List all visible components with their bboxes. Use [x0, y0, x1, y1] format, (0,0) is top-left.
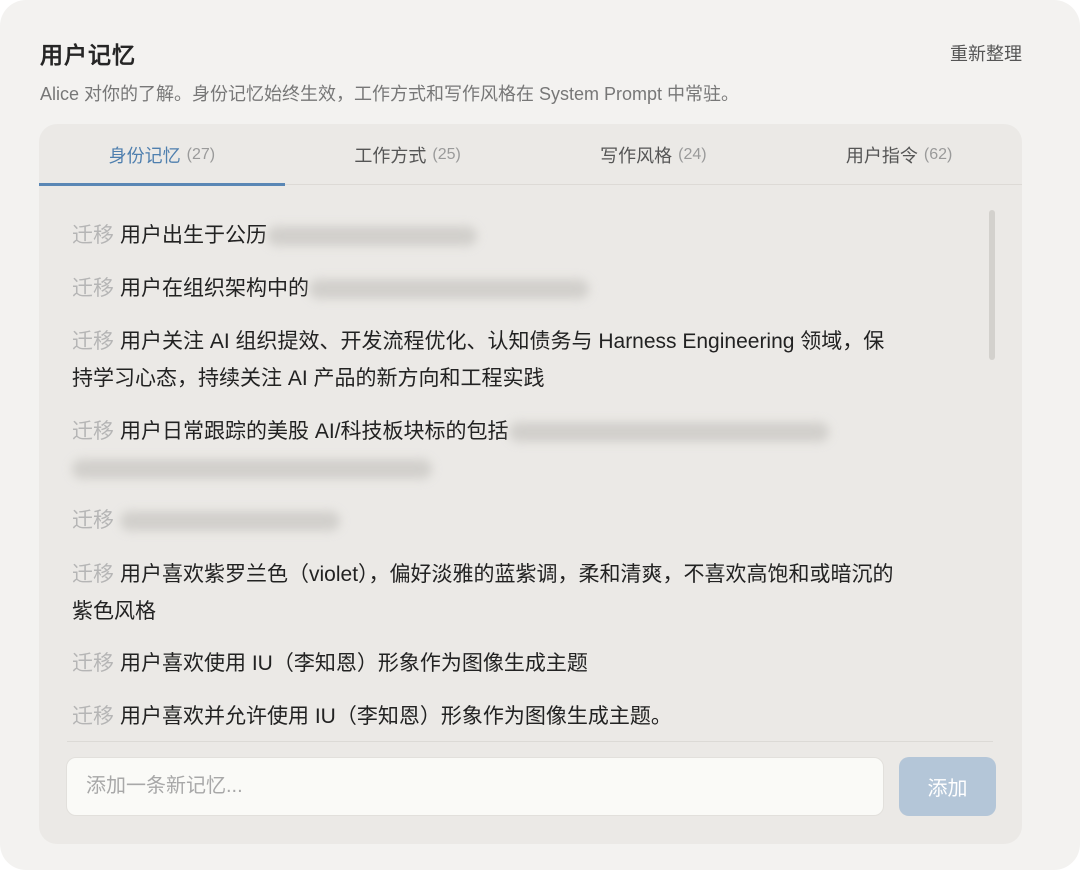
tab-bar: 身份记忆 (27) 工作方式 (25) 写作风格 (24) 用户指令 (62): [39, 124, 1022, 186]
redacted-blur: [508, 422, 829, 443]
memory-text: 用户日常跟踪的美股 AI/科技板块标的包括: [120, 420, 509, 443]
scrollbar-thumb[interactable]: [989, 210, 995, 360]
migrated-tag: 迁移: [72, 509, 114, 532]
migrated-tag: 迁移: [72, 277, 114, 300]
memory-text: 用户喜欢并允许使用 IU（李知恩）形象作为图像生成主题。: [120, 705, 672, 728]
migrated-tag: 迁移: [72, 705, 114, 728]
memory-page: 用户记忆 重新整理 Alice 对你的了解。身份记忆始终生效，工作方式和写作风格…: [0, 0, 1080, 870]
tab-label: 写作风格: [600, 145, 673, 166]
list-item[interactable]: 迁移 用户日常跟踪的美股 AI/科技板块标的包括: [72, 413, 902, 487]
migrated-tag: 迁移: [72, 224, 114, 247]
tab-label: 身份记忆: [108, 145, 181, 166]
memory-text: 用户出生于公历: [120, 224, 267, 247]
memory-list[interactable]: 迁移 用户出生于公历 迁移 用户在组织架构中的 迁移 用户关注 AI 组织提效、开发流…: [39, 186, 1022, 741]
migrated-tag: 迁移: [72, 652, 114, 675]
tab-count: (25): [432, 145, 461, 163]
divider: [67, 741, 993, 742]
tab-count: (24): [678, 145, 707, 163]
tab-label: 用户指令: [845, 145, 918, 166]
memory-text: 用户关注 AI 组织提效、开发流程优化、认知债务与 Harness Engine…: [72, 330, 885, 390]
tab-label: 工作方式: [354, 145, 427, 166]
tab-count: (27): [186, 145, 216, 163]
list-item[interactable]: 迁移 用户喜欢使用 IU（李知恩）形象作为图像生成主题: [72, 645, 902, 682]
tab-count: (62): [923, 145, 953, 163]
migrated-tag: 迁移: [72, 563, 114, 586]
tab-user-instructions[interactable]: 用户指令 (62): [776, 124, 1022, 185]
list-item[interactable]: 迁移 用户出生于公历: [72, 217, 902, 254]
tab-writing-style[interactable]: 写作风格 (24): [531, 124, 777, 185]
migrated-tag: 迁移: [72, 420, 114, 443]
redacted-blur: [309, 279, 589, 300]
reorganize-button[interactable]: 重新整理: [950, 40, 1022, 66]
list-item[interactable]: 迁移 用户喜欢并允许使用 IU（李知恩）形象作为图像生成主题。: [72, 698, 902, 735]
redacted-blur: [72, 459, 432, 480]
new-memory-input[interactable]: [66, 757, 884, 816]
tab-identity-memory[interactable]: 身份记忆 (27): [39, 124, 285, 186]
memory-text: 用户喜欢使用 IU（李知恩）形象作为图像生成主题: [120, 652, 588, 675]
migrated-tag: 迁移: [72, 330, 114, 353]
tab-work-style[interactable]: 工作方式 (25): [285, 124, 531, 185]
list-item[interactable]: 迁移: [72, 502, 902, 539]
page-title: 用户记忆: [40, 42, 136, 68]
page-subtitle: Alice 对你的了解。身份记忆始终生效，工作方式和写作风格在 System P…: [40, 84, 740, 104]
list-item[interactable]: 迁移 用户喜欢紫罗兰色（violet），偏好淡雅的蓝紫调，柔和清爽，不喜欢高饱和或…: [72, 556, 902, 630]
memory-text: 用户喜欢紫罗兰色（violet），偏好淡雅的蓝紫调，柔和清爽，不喜欢高饱和或暗沉…: [72, 563, 894, 623]
redacted-blur: [120, 511, 340, 532]
memory-text: 用户在组织架构中的: [120, 277, 309, 300]
add-memory-button[interactable]: 添加: [899, 757, 996, 816]
memory-panel: 身份记忆 (27) 工作方式 (25) 写作风格 (24) 用户指令 (62) …: [39, 124, 1022, 844]
redacted-blur: [267, 226, 477, 247]
list-item[interactable]: 迁移 用户在组织架构中的: [72, 270, 902, 307]
list-item[interactable]: 迁移 用户关注 AI 组织提效、开发流程优化、认知债务与 Harness Engi…: [72, 323, 902, 397]
